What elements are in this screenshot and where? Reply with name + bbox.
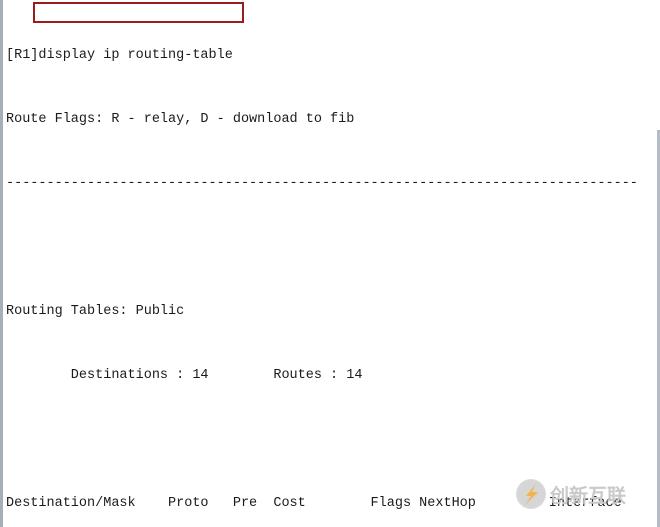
window-left-border xyxy=(0,0,3,527)
typed-command: display ip routing-table xyxy=(38,48,233,63)
console-output: [R1]display ip routing-table Route Flags… xyxy=(6,0,660,527)
terminal-window: [R1]display ip routing-table Route Flags… xyxy=(0,0,660,527)
clipped-bottom-line: _ _ _ xyxy=(560,519,601,527)
device-prompt: [R1] xyxy=(6,48,39,63)
routing-table-scope: Routing Tables: Public xyxy=(6,304,185,319)
command-prompt-line[interactable]: [R1]display ip routing-table xyxy=(6,48,660,64)
routing-table-summary: Destinations : 14 Routes : 14 xyxy=(6,368,363,383)
separator-rule: ----------------------------------------… xyxy=(6,176,638,191)
column-headers: Destination/Mask Proto Pre Cost Flags Ne… xyxy=(6,496,622,511)
route-flags-legend: Route Flags: R - relay, D - download to … xyxy=(6,112,355,127)
